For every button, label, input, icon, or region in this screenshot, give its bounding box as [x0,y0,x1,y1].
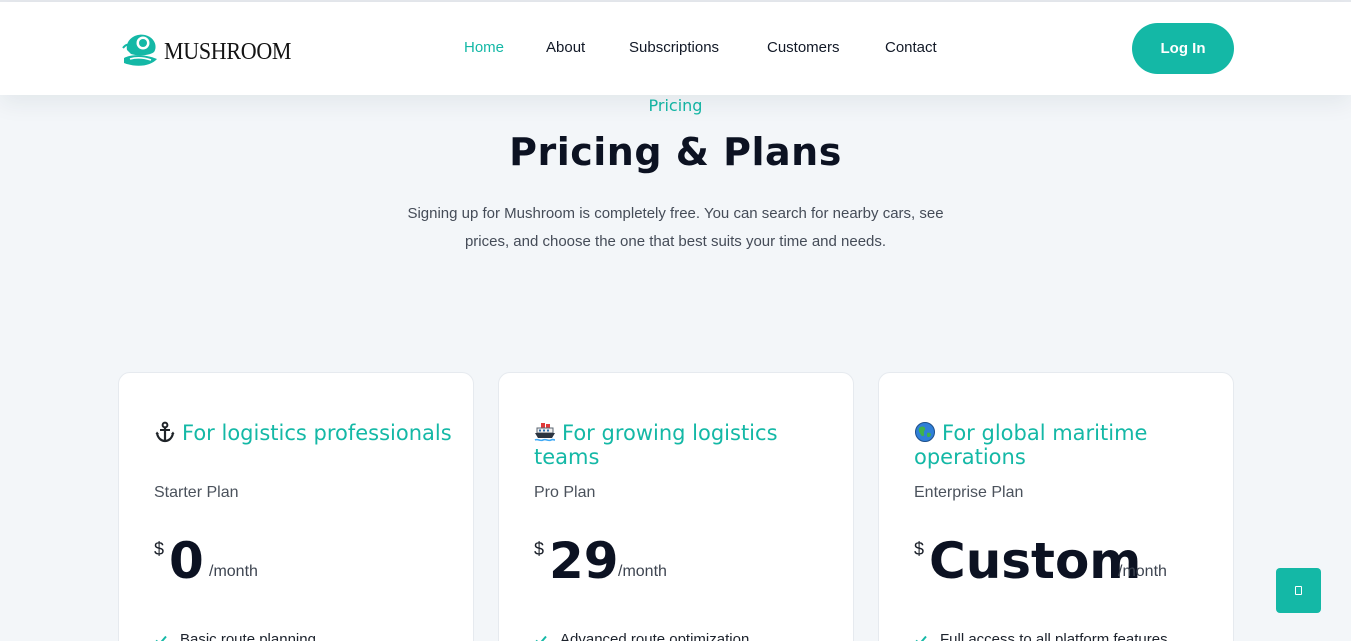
anchor-icon [154,421,176,443]
price-amount: Custom [929,532,1142,590]
check-icon [155,635,167,641]
section-eyebrow: Pricing [648,96,703,115]
nav-item-customers[interactable]: Customers [767,39,840,56]
nav-item-about[interactable]: About [546,39,585,56]
check-icon [915,635,927,641]
feature-label: Basic route planning [180,631,316,641]
price-currency: $ [914,539,925,559]
page-title: Pricing & Plans [509,130,842,174]
plan-heading-text: For growing logistics teams [534,421,778,469]
pricing-card-enterprise: For global maritime operations Enterpris… [878,372,1234,641]
login-button[interactable]: Log In [1132,23,1234,74]
plan-name: Starter Plan [154,484,239,501]
feature-item: Advanced route optimization [534,631,749,641]
plan-heading-text: For logistics professionals [182,421,452,445]
feature-label: Full access to all platform features [940,631,1168,641]
plan-name: Pro Plan [534,484,596,501]
plan-name: Enterprise Plan [914,484,1024,501]
nav-item-subscriptions[interactable]: Subscriptions [629,39,719,56]
price-amount: 0 [169,532,204,590]
nav-item-contact[interactable]: Contact [885,39,937,56]
price-currency: $ [154,539,165,559]
pricing-description: Signing up for Mushroom is completely fr… [407,205,944,250]
scroll-top-button[interactable] [1276,568,1321,613]
ship-icon [534,421,556,443]
plan-heading: For growing logistics teams [534,421,834,469]
scroll-to-top-icon [1295,586,1302,595]
plan-heading: For global maritime operations [914,421,1214,469]
nav-item-home[interactable]: Home [464,39,504,56]
globe-icon [914,421,936,443]
plan-heading: For logistics professionals [154,421,454,445]
feature-label: Advanced route optimization [560,631,750,641]
site-header: MUSHROOM Home About Subscriptions Custom… [0,2,1351,95]
check-icon [535,635,547,641]
feature-item: Basic route planning [154,631,316,641]
feature-item: Full access to all platform features [914,631,1168,641]
price-period: /month [618,563,667,580]
price-amount: 29 [549,532,619,590]
pricing-card-pro: For growing logistics teams Pro Plan $ 2… [498,372,854,641]
price-period: /month [209,563,258,580]
price-period: /month [1118,563,1167,580]
price-currency: $ [534,539,545,559]
pricing-card-starter: For logistics professionals Starter Plan… [118,372,474,641]
plan-heading-text: For global maritime operations [914,421,1148,469]
